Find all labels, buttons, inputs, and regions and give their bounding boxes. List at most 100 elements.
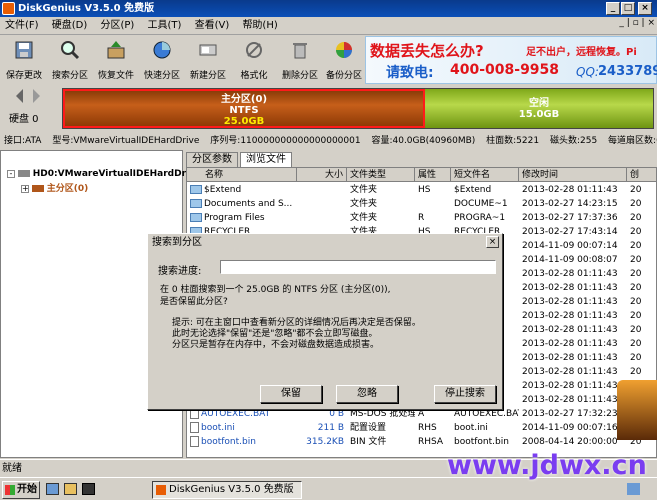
- taskbar-app-button[interactable]: DiskGenius V3.5.0 免费版: [152, 481, 302, 499]
- cell-c: 20: [630, 297, 642, 307]
- col-modified[interactable]: 修改时间: [519, 168, 627, 182]
- delete-partition-button[interactable]: 删除分区: [278, 38, 322, 82]
- keep-button[interactable]: 保留: [260, 385, 322, 403]
- table-row[interactable]: bootfont.bin 315.2KB BIN 文件 RHSA bootfont.bi…: [187, 435, 656, 449]
- cell-c: 20: [630, 353, 642, 363]
- menu-view[interactable]: 查看(V): [190, 17, 235, 35]
- banner-subtext: 足不出户，远程恢复。Pi: [526, 47, 637, 58]
- menu-file[interactable]: 文件(F): [0, 17, 44, 35]
- taskbar-app-label: DiskGenius V3.5.0 免费版: [169, 484, 294, 495]
- cell-name: AUTOEXEC.BAT: [201, 409, 271, 419]
- folder-icon: [190, 185, 202, 194]
- cell-type: 配置设置: [350, 423, 387, 433]
- cell-c: 20: [630, 199, 642, 209]
- cell-type: BIN 文件: [350, 437, 387, 447]
- format-button[interactable]: 格式化: [232, 38, 276, 82]
- free-space-segment[interactable]: 空闲 15.0GB: [425, 89, 653, 128]
- tree-disk-label: HD0:VMwareVirtualIDEHardDrive: [32, 169, 202, 179]
- col-size[interactable]: 大小: [297, 168, 347, 182]
- tab-browse-files[interactable]: 浏览文件: [240, 152, 292, 167]
- show-desktop-icon[interactable]: [46, 483, 59, 495]
- info-serial: 序列号:110000000000000000001: [210, 136, 361, 146]
- col-type[interactable]: 文件类型: [347, 168, 415, 182]
- toolbar-label: 备份分区: [325, 71, 362, 81]
- cell-name: bootfont.bin: [201, 437, 256, 447]
- quick-partition-button[interactable]: 快速分区: [140, 38, 184, 82]
- cell-short: DOCUME~1: [454, 199, 508, 209]
- collapse-icon[interactable]: -: [7, 170, 15, 178]
- minimize-button[interactable]: _: [606, 2, 620, 15]
- maximize-button[interactable]: □: [621, 2, 635, 15]
- recover-files-button[interactable]: 恢复文件: [94, 38, 138, 82]
- progress-label: 搜索进度:: [158, 266, 202, 277]
- col-attr[interactable]: 属性: [415, 168, 451, 182]
- toolbar-label: 恢复文件: [97, 71, 134, 81]
- tree-item-disk[interactable]: - HD0:VMwareVirtualIDEHardDrive: [7, 169, 201, 179]
- cell-size: 211 B: [317, 423, 344, 433]
- stop-search-button[interactable]: 停止搜索: [434, 385, 496, 403]
- ad-banner[interactable]: 数据丢失怎么办? 足不出户，远程恢复。Pi 请致电: 400-008-9958 …: [365, 36, 657, 84]
- info-capacity: 容量:40.0GB(40960MB): [371, 136, 476, 146]
- cell-mtime: 2014-11-09 00:07:16: [522, 423, 618, 433]
- col-name[interactable]: 名称: [187, 168, 297, 182]
- found-partition-dialog: 搜索到分区 × 搜索进度: 在 0 柱面搜索到一个 25.0GB 的 NTFS …: [147, 233, 503, 410]
- explorer-icon[interactable]: [64, 483, 77, 495]
- cell-mtime: 2013-02-28 01:11:43: [522, 339, 618, 349]
- cell-mtime: 2008-04-14 20:00:00: [522, 437, 618, 447]
- cell-c: 20: [630, 213, 642, 223]
- file-icon: [190, 436, 199, 447]
- cell-c: 20: [630, 241, 642, 251]
- media-icon[interactable]: [82, 483, 95, 495]
- close-button[interactable]: ×: [638, 2, 652, 15]
- dialog-hint: 提示: 可在主窗口中查看新分区的详细情况后再决定是否保留。 此时无论选择"保留"…: [172, 318, 421, 350]
- file-icon: [190, 422, 199, 433]
- backup-partition-icon: [336, 42, 352, 58]
- menu-help[interactable]: 帮助(H): [237, 17, 282, 35]
- dialog-close-button[interactable]: ×: [486, 236, 499, 248]
- start-button[interactable]: 开始: [2, 481, 40, 499]
- search-partition-button[interactable]: 搜索分区: [48, 38, 92, 82]
- tree-item-partition[interactable]: + 主分区(0): [21, 181, 88, 194]
- quick-partition-icon: [153, 41, 171, 59]
- toolbar-label: 新建分区: [189, 71, 226, 81]
- backup-partition-button[interactable]: 备份分区: [322, 38, 366, 82]
- title-bar: DiskGenius V3.5.0 免费版: [0, 0, 657, 17]
- banner-headline: 数据丢失怎么办?: [370, 42, 484, 60]
- partition-main-name: 主分区(0): [220, 94, 268, 105]
- menu-bar: 文件(F) 硬盘(D) 分区(P) 工具(T) 查看(V) 帮助(H): [0, 17, 657, 35]
- table-row[interactable]: Program Files 文件夹 R PROGRA~1 2013-02-27 17:3…: [187, 211, 656, 225]
- table-row[interactable]: Documents and S... 文件夹 DOCUME~1 2013-02-27 …: [187, 197, 656, 211]
- menu-tools[interactable]: 工具(T): [142, 17, 186, 35]
- cell-c: 20: [630, 255, 642, 265]
- partition-main-size: 25.0GB: [223, 116, 265, 127]
- toolbar-label: 格式化: [240, 71, 268, 81]
- partition-main-segment[interactable]: 主分区(0) NTFS 25.0GB: [63, 89, 425, 128]
- cell-mtime: 2013-02-28 01:11:43: [522, 381, 618, 391]
- col-short-name[interactable]: 短文件名: [451, 168, 519, 182]
- network-tray-icon[interactable]: [627, 483, 640, 495]
- cell-c: 20: [630, 185, 642, 195]
- tab-partition-params[interactable]: 分区参数: [186, 152, 238, 167]
- recover-files-icon: [107, 41, 125, 59]
- save-changes-button[interactable]: 保存更改: [2, 38, 46, 82]
- table-row[interactable]: boot.ini 211 B 配置设置 RHS boot.ini 2014-11-09 0…: [187, 421, 656, 435]
- disk-info-bar: 接口:ATA 型号:VMwareVirtualIDEHardDrive 序列号:…: [0, 134, 657, 148]
- ignore-button[interactable]: 忽略: [336, 385, 398, 403]
- table-row[interactable]: $Extend 文件夹 HS $Extend 2013-02-28 01:11:43 20: [187, 183, 656, 197]
- cell-attr: RHS: [418, 423, 437, 433]
- cell-c: 20: [630, 227, 642, 237]
- expand-icon[interactable]: +: [21, 185, 29, 193]
- menu-disk[interactable]: 硬盘(D): [47, 17, 93, 35]
- nav-arrows-icon[interactable]: [14, 88, 44, 104]
- mdi-controls[interactable]: _ | ▫ | ×: [619, 18, 655, 28]
- cell-c: 20: [630, 269, 642, 279]
- cell-mtime: 2013-02-28 01:11:43: [522, 297, 618, 307]
- info-model: 型号:VMwareVirtualIDEHardDrive: [52, 136, 200, 146]
- col-created[interactable]: 创: [627, 168, 656, 182]
- cell-c: 20: [630, 283, 642, 293]
- progress-bar: [220, 260, 496, 274]
- cell-mtime: 2013-02-28 01:11:43: [522, 325, 618, 335]
- save-icon: [15, 41, 33, 59]
- menu-partition[interactable]: 分区(P): [95, 17, 139, 35]
- new-partition-button[interactable]: 新建分区: [186, 38, 230, 82]
